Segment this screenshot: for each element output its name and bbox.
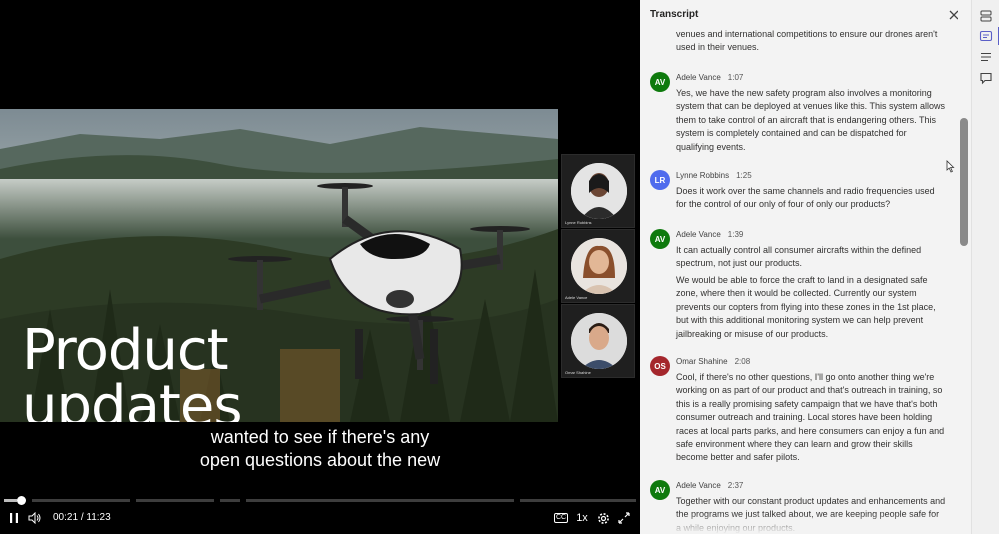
timestamp[interactable]: 1:39: [728, 230, 744, 239]
avatar: AV: [650, 229, 670, 249]
transcript-text: It can actually control all consumer air…: [676, 245, 922, 269]
captions-button[interactable]: CC: [552, 509, 570, 527]
cc-label: CC: [553, 513, 569, 523]
participant-tile[interactable]: Lynne Robbins: [561, 154, 635, 228]
player-controls: 00:21 / 11:23 CC 1x: [0, 506, 640, 530]
participant-photo: [571, 313, 627, 369]
playback-speed-button[interactable]: 1x: [574, 509, 590, 527]
timestamp[interactable]: 1:07: [728, 73, 744, 82]
chapters-icon[interactable]: [978, 49, 994, 65]
transcript-text: We would be able to force the craft to l…: [676, 275, 936, 339]
bottom-fade: [640, 514, 971, 534]
comments-icon[interactable]: [978, 70, 994, 86]
timestamp[interactable]: 2:08: [735, 357, 751, 366]
participant-tile[interactable]: Adele Vance: [561, 229, 635, 303]
transcript-text: Does it work over the same channels and …: [676, 186, 935, 210]
duration: 11:23: [86, 512, 111, 523]
participant-name: Lynne Robbins: [565, 220, 592, 225]
progress-bar[interactable]: [4, 499, 636, 502]
timestamp[interactable]: 1:25: [736, 171, 752, 180]
avatar: AV: [650, 72, 670, 92]
pause-icon[interactable]: [6, 509, 22, 527]
video-player[interactable]: Product updates Lynne Robbins Adele Vanc…: [0, 0, 640, 534]
layers-icon[interactable]: [978, 8, 994, 24]
close-icon[interactable]: [947, 8, 958, 22]
slide-title: Product updates: [22, 318, 243, 423]
time-separator: /: [80, 512, 84, 523]
participant-photo: [571, 163, 627, 219]
side-rail: [971, 0, 999, 534]
avatar: LR: [650, 170, 670, 190]
speaker-name: Adele Vance: [676, 230, 721, 239]
slide-frame: Product updates: [0, 109, 558, 422]
mouse-cursor-icon: [946, 160, 955, 178]
transcript-text: venues and international competitions to…: [676, 29, 938, 53]
caption-line: wanted to see if there's any: [210, 427, 430, 447]
fullscreen-icon[interactable]: [616, 509, 632, 527]
participant-photo: [571, 238, 627, 294]
transcript-list[interactable]: Transcript venues and international comp…: [640, 0, 958, 534]
transcript-text: Yes, we have the new safety program also…: [676, 88, 945, 152]
chapter-segment[interactable]: [246, 499, 514, 502]
transcript-icon[interactable]: [978, 28, 994, 44]
participant-name: Adele Vance: [565, 295, 588, 300]
speaker-label: Omar Shahine 2:08: [676, 357, 750, 366]
closed-caption: wanted to see if there's any open questi…: [0, 426, 640, 472]
timestamp[interactable]: 2:37: [728, 481, 744, 490]
chapter-segment[interactable]: [220, 499, 240, 502]
speaker-name: Adele Vance: [676, 73, 721, 82]
panel-title: Transcript: [650, 9, 699, 20]
progress-played: [4, 499, 17, 502]
transcript-text: Cool, if there's no other questions, I'l…: [676, 372, 945, 463]
participant-tile[interactable]: Omar Shahine: [561, 304, 635, 378]
chapter-segment[interactable]: [32, 499, 130, 502]
speaker-name: Adele Vance: [676, 481, 721, 490]
avatar: OS: [650, 356, 670, 376]
transcript-scrollbar[interactable]: [960, 118, 968, 246]
gear-icon[interactable]: [595, 509, 611, 527]
time-readout: 00:21 / 11:23: [53, 512, 111, 523]
scrubber-handle[interactable]: [17, 496, 26, 505]
chapter-segment[interactable]: [136, 499, 214, 502]
speaker-label: Adele Vance 2:37: [676, 481, 743, 490]
speaker-name: Omar Shahine: [676, 357, 728, 366]
participant-name: Omar Shahine: [565, 370, 591, 375]
volume-icon[interactable]: [26, 509, 44, 527]
speaker-name: Lynne Robbins: [676, 171, 730, 180]
chapter-segment[interactable]: [520, 499, 636, 502]
caption-line: open questions about the new: [199, 450, 441, 470]
speaker-label: Adele Vance 1:39: [676, 230, 743, 239]
speaker-label: Lynne Robbins 1:25: [676, 171, 752, 180]
avatar: AV: [650, 480, 670, 500]
current-time: 00:21: [53, 512, 79, 523]
speaker-label: Adele Vance 1:07: [676, 73, 743, 82]
